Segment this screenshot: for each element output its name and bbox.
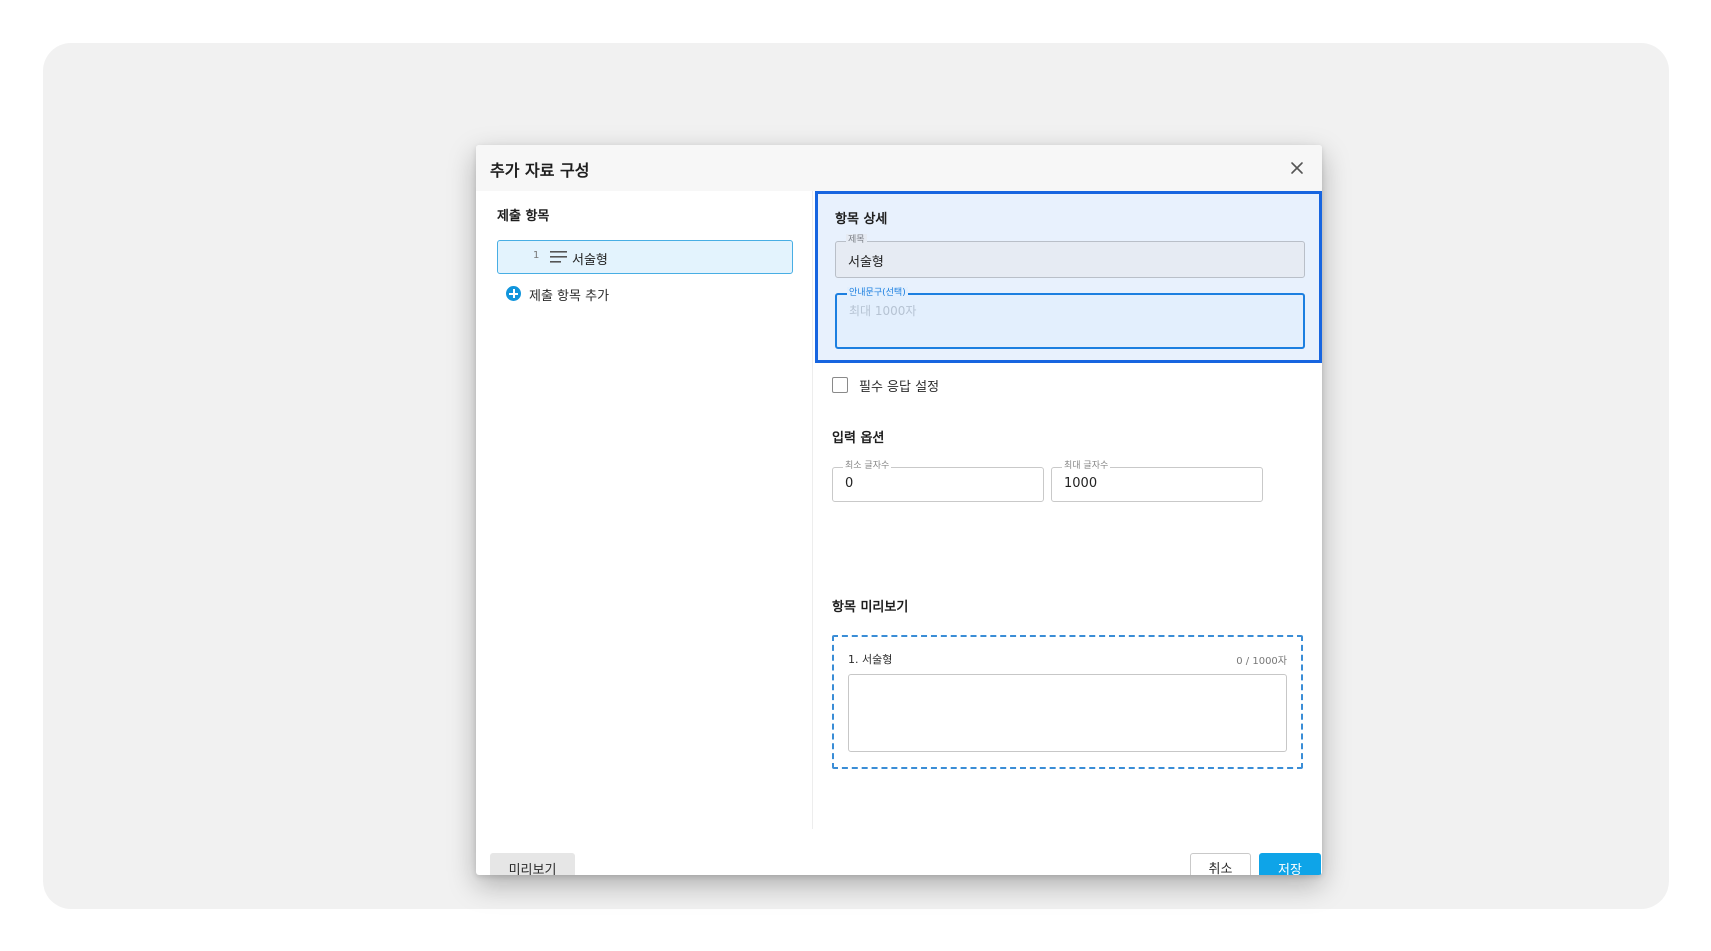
item-detail-title: 항목 상세 — [835, 212, 888, 227]
max-chars-value: 1000 — [1064, 476, 1098, 491]
submission-items-title: 제출 항목 — [497, 209, 550, 224]
min-chars-value: 0 — [845, 476, 854, 491]
add-item-label: 제출 항목 추가 — [529, 289, 610, 304]
title-field[interactable]: 제목 서술형 — [835, 234, 1305, 278]
item-label: 서술형 — [572, 253, 608, 268]
panel-divider — [812, 191, 813, 829]
close-icon — [1291, 162, 1303, 174]
item-preview-title: 항목 미리보기 — [832, 600, 909, 615]
dialog-title: 추가 자료 구성 — [490, 161, 590, 180]
min-chars-legend: 최소 글자수 — [843, 460, 892, 472]
plus-circle-icon — [506, 286, 521, 301]
checkbox-box[interactable] — [832, 377, 848, 393]
item-preview-box: 1. 서술형 0 / 1000자 — [832, 635, 1303, 769]
text-lines-icon — [550, 251, 567, 263]
config-dialog: 추가 자료 구성 제출 항목 1 서술형 제출 항목 추가 항목 상세 제목 서… — [476, 145, 1322, 875]
close-button[interactable] — [1286, 157, 1308, 179]
guide-field-legend: 안내문구(선택) — [847, 287, 908, 299]
title-field-value: 서술형 — [848, 255, 884, 270]
list-item-essay[interactable]: 1 서술형 — [497, 240, 793, 274]
preview-button[interactable]: 미리보기 — [490, 853, 575, 875]
cancel-button[interactable]: 취소 — [1190, 853, 1251, 875]
submission-items-panel: 제출 항목 1 서술형 제출 항목 추가 — [476, 191, 812, 829]
preview-question-label: 1. 서술형 — [848, 653, 893, 666]
guide-text-field[interactable]: 안내문구(선택) 최대 1000자 — [835, 287, 1305, 349]
input-options-title: 입력 옵션 — [832, 431, 885, 446]
title-field-legend: 제목 — [846, 234, 867, 246]
save-button[interactable]: 저장 — [1259, 853, 1321, 875]
preview-answer-textarea[interactable] — [848, 674, 1287, 752]
dialog-header: 추가 자료 구성 — [476, 145, 1322, 191]
item-number: 1 — [533, 250, 540, 261]
item-detail-section: 항목 상세 제목 서술형 안내문구(선택) 최대 1000자 — [815, 191, 1322, 363]
max-chars-legend: 최대 글자수 — [1062, 460, 1111, 472]
app-frame: 추가 자료 구성 제출 항목 1 서술형 제출 항목 추가 항목 상세 제목 서… — [43, 43, 1669, 909]
max-chars-field[interactable]: 최대 글자수 1000 — [1051, 460, 1263, 502]
preview-char-count: 0 / 1000자 — [1236, 656, 1287, 667]
guide-field-placeholder: 최대 1000자 — [849, 304, 917, 318]
min-chars-field[interactable]: 최소 글자수 0 — [832, 460, 1044, 502]
required-response-label: 필수 응답 설정 — [859, 380, 940, 395]
